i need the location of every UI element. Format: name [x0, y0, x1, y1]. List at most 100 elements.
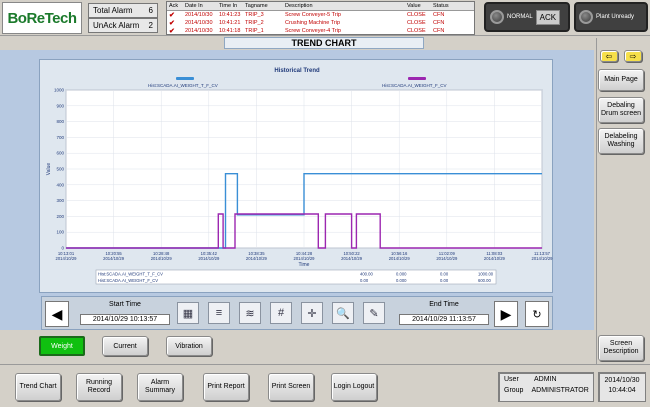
eraser-icon[interactable]: ✎ — [363, 302, 385, 324]
time-value: 10:44:04 — [608, 387, 636, 394]
cell-status: CFN — [433, 11, 445, 18]
y-tick-label: 500 — [56, 167, 64, 172]
cell-desc: Crushing Machine Trip — [285, 19, 341, 26]
plant-status-text: Plant Unready — [596, 14, 635, 20]
refresh-button[interactable]: ↻ — [525, 301, 549, 327]
x-axis-label: Time — [299, 262, 310, 268]
debaling-drum-button[interactable]: Debaling Drum screen — [598, 97, 644, 123]
unack-alarm-count: 2 — [148, 21, 153, 30]
arrow-left-icon: ◀ — [51, 305, 63, 322]
unack-alarm-counter[interactable]: UnAck Alarm 2 — [88, 18, 158, 33]
cell-time: 10:41:23 — [219, 11, 241, 18]
start-time-field[interactable]: 2014/10/29 10:13:57 — [80, 314, 170, 325]
table-row[interactable]: ✔ 2014/10/30 10:41:18 TRIP_1 Screw Conve… — [167, 27, 474, 35]
ack-check-icon: ✔ — [169, 27, 175, 35]
table-row[interactable]: ✔ 2014/10/30 10:41:21 TRIP_2 Crushing Ma… — [167, 19, 474, 27]
arrow-right-icon: ⇨ — [629, 51, 637, 61]
end-time-field[interactable]: 2014/10/29 11:13:57 — [399, 314, 489, 325]
trend-control-bar: ◀ Start Time 2014/10/29 10:13:57 ▦ ≡ ≋ #… — [41, 296, 553, 330]
cell-time: 10:41:21 — [219, 19, 241, 26]
cell-tag: TRIP_2 — [245, 19, 264, 26]
current-button[interactable]: Current — [102, 336, 148, 356]
series-info-cell: 0.00 — [440, 272, 449, 277]
col-tagname: Tagname — [243, 2, 283, 11]
x-tick-date: 2014/10/29 — [389, 256, 411, 261]
cell-tag: TRIP_1 — [245, 27, 264, 34]
total-alarm-counter[interactable]: Total Alarm 6 — [88, 3, 158, 18]
x-tick-date: 2014/10/29 — [151, 256, 173, 261]
next-page-button[interactable]: ⇨ — [624, 50, 642, 62]
y-tick-label: 700 — [56, 135, 64, 140]
user-value: ADMIN — [534, 376, 557, 383]
y-tick-label: 600 — [56, 151, 64, 156]
screen-description-button[interactable]: Screen Description — [598, 335, 644, 361]
total-alarm-count: 6 — [148, 6, 153, 15]
cell-desc: Screw Conveyer-4 Trip — [285, 27, 341, 34]
x-tick-date: 2014/10/29 — [56, 256, 78, 261]
user-info-panel: User ADMIN Group ADMINISTRATOR — [498, 372, 594, 402]
col-time: Time In — [217, 2, 243, 11]
series-info-cell: 0.000 — [396, 272, 407, 277]
chart-frame: Historical Trend Hist:SCADA.AI_WEIGHT_T_F… — [39, 59, 553, 293]
pan-icon[interactable]: ≡ — [208, 302, 230, 324]
x-tick-date: 2014/10/29 — [532, 256, 554, 261]
table-row[interactable]: ✔ 2014/10/30 10:41:23 TRIP_3 Screw Conve… — [167, 10, 474, 19]
cell-value: CLOSE — [407, 11, 426, 18]
cell-status: CFN — [433, 27, 445, 34]
cell-value: CLOSE — [407, 19, 426, 26]
col-ack: Ack — [167, 2, 183, 11]
alarm-summary-button[interactable]: Alarm Summary — [137, 373, 183, 401]
col-value: Value — [405, 2, 431, 11]
cell-value: CLOSE — [407, 27, 426, 34]
series-info-cell: 1000.00 — [478, 272, 494, 277]
crosshair-icon[interactable]: ✛ — [301, 302, 323, 324]
col-date: Date In — [183, 2, 217, 11]
x-tick-date: 2014/10/29 — [246, 256, 268, 261]
chart-title: Historical Trend — [274, 68, 320, 74]
x-tick-date: 2014/10/29 — [294, 256, 316, 261]
delabeling-washing-button[interactable]: Delabeling Washing — [598, 128, 644, 154]
y-axis-label: Value — [46, 163, 52, 176]
normal-status-text: NORMAL — [507, 14, 533, 20]
arrow-left-icon: ⇦ — [605, 51, 613, 61]
x-tick-date: 2014/10/29 — [484, 256, 506, 261]
cell-status: CFN — [433, 19, 445, 26]
line-style-icon[interactable]: ≋ — [239, 302, 261, 324]
grid-icon[interactable]: # — [270, 302, 292, 324]
x-tick-date: 2014/10/29 — [341, 256, 363, 261]
start-time-label: Start Time — [109, 301, 141, 308]
x-tick-date: 2014/10/29 — [436, 256, 458, 261]
alarm-table-header: Ack Date In Time In Tagname Description … — [167, 2, 474, 11]
plant-status-panel: Plant Unready — [574, 2, 648, 32]
print-report-button[interactable]: Print Report — [203, 373, 249, 401]
series-info-cell: Hist:SCADA.AI_WEIGHT_F_CV — [98, 278, 158, 283]
status-lamp-icon — [490, 10, 504, 24]
print-screen-button[interactable]: Print Screen — [268, 373, 314, 401]
series-info-cell: 0.00 — [440, 278, 449, 283]
scroll-back-button[interactable]: ◀ — [45, 301, 69, 327]
x-tick-date: 2014/10/29 — [198, 256, 220, 261]
login-logout-button[interactable]: Login Logout — [331, 373, 377, 401]
trend-chart[interactable]: Historical Trend Hist:SCADA.AI_WEIGHT_T_F… — [40, 60, 554, 294]
weight-button[interactable]: Weight — [39, 336, 85, 356]
alarm-status-panel: NORMAL ACK — [484, 2, 570, 32]
trend-chart-button[interactable]: Trend Chart — [15, 373, 61, 401]
y-tick-label: 800 — [56, 119, 64, 124]
y-tick-label: 200 — [56, 214, 64, 219]
zoom-icon[interactable]: 🔍 — [332, 302, 354, 324]
y-tick-label: 900 — [56, 103, 64, 108]
ack-button[interactable]: ACK — [535, 9, 561, 25]
prev-page-button[interactable]: ⇦ — [600, 50, 618, 62]
end-time-label: End Time — [429, 301, 459, 308]
main-page-button[interactable]: Main Page — [598, 69, 644, 91]
vibration-button[interactable]: Vibration — [166, 336, 212, 356]
running-record-button[interactable]: Running Record — [76, 373, 122, 401]
cell-desc: Screw Conveyer-5 Trip — [285, 11, 341, 18]
user-label: User — [504, 376, 519, 383]
cell-time: 10:41:18 — [219, 27, 241, 34]
chart-settings-icon[interactable]: ▦ — [177, 302, 199, 324]
cell-date: 2014/10/30 — [185, 27, 213, 34]
scroll-forward-button[interactable]: ▶ — [494, 301, 518, 327]
alarm-table[interactable]: Ack Date In Time In Tagname Description … — [166, 1, 475, 35]
y-tick-label: 300 — [56, 198, 64, 203]
